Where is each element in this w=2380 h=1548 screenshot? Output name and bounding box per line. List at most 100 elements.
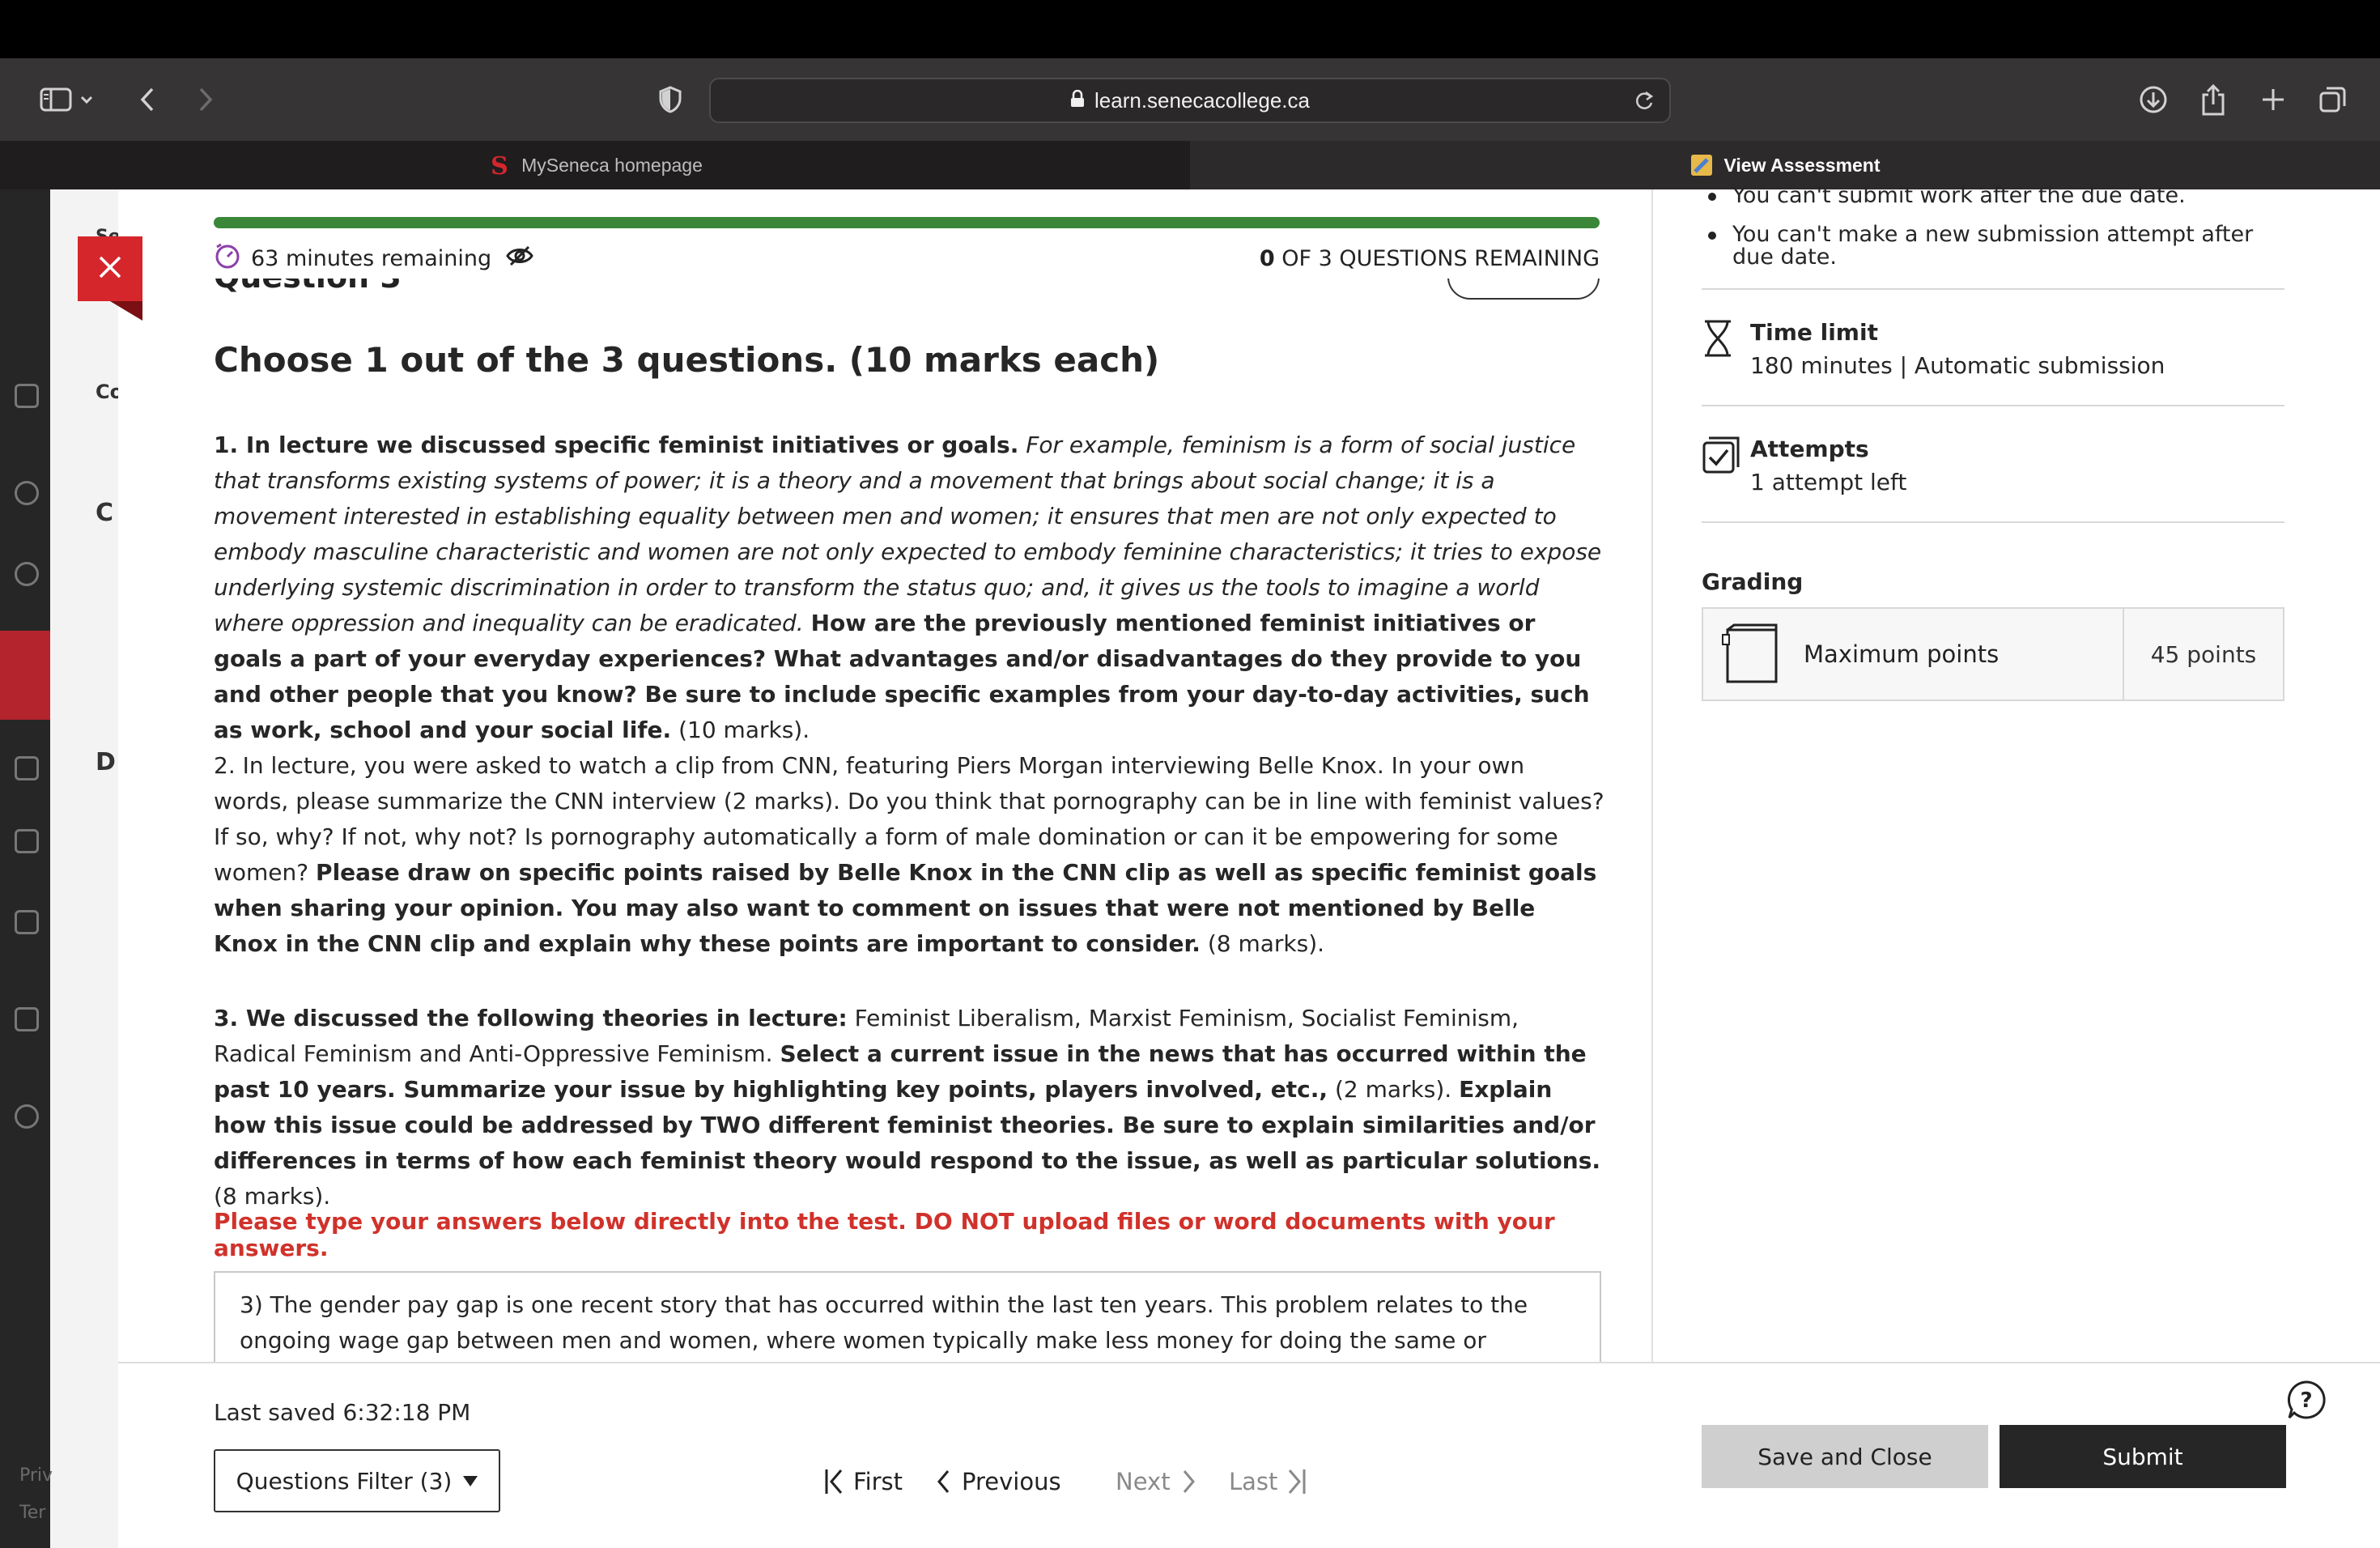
svg-text:S: S — [491, 153, 508, 177]
rule-item: You can't submit work after the due date… — [1702, 185, 2301, 207]
tab-label: MySeneca homepage — [521, 154, 703, 176]
caret-down-icon — [463, 1475, 478, 1486]
q2-marks: (8 marks). — [1207, 930, 1325, 957]
answer-text[interactable]: 3) The gender pay gap is one recent stor… — [240, 1291, 1528, 1362]
edit-icon — [15, 1007, 39, 1031]
plus-icon — [2261, 87, 2285, 112]
timer-row: 63 minutes remaining 0 OF 3 QUESTIONS RE… — [214, 238, 1600, 279]
url-text: learn.senecacollege.ca — [1094, 87, 1310, 113]
chevron-down-icon — [80, 95, 93, 104]
save-and-close-button[interactable]: Save and Close — [1702, 1425, 1988, 1488]
answer-instruction: Please type your answers below directly … — [214, 1208, 1555, 1261]
divider — [1702, 288, 2284, 290]
questions-remaining: 0 OF 3 QUESTIONS REMAINING — [1260, 246, 1600, 271]
seneca-logo-icon: S — [487, 153, 512, 177]
tab-bar: S MySeneca homepage View Assessment — [0, 141, 2380, 189]
background-footer-link: Ter — [19, 1503, 46, 1523]
submit-button[interactable]: Submit — [2000, 1425, 2286, 1488]
submission-rules: You can't submit work after the due date… — [1702, 185, 2301, 285]
first-label: First — [853, 1468, 903, 1495]
document-list-icon — [15, 910, 39, 934]
next-label: Next — [1116, 1468, 1171, 1495]
time-remaining: 63 minutes remaining — [251, 245, 492, 271]
question-3: 3. We discussed the following theories i… — [214, 1001, 1606, 1214]
lock-icon — [1070, 88, 1085, 113]
grading-box: Maximum points 45 points — [1702, 607, 2284, 701]
attempts-info: Attempts 1 attempt left — [1702, 436, 2284, 495]
reload-icon[interactable] — [1634, 89, 1655, 117]
grading-label: Grading — [1702, 568, 1804, 595]
last-question-button[interactable]: Last — [1229, 1462, 1307, 1501]
questions-remaining-count: 0 — [1259, 245, 1275, 271]
close-button[interactable] — [78, 236, 142, 321]
download-icon — [2139, 85, 2168, 114]
sidebar-toggle-button[interactable] — [31, 76, 102, 123]
tab-myseneca[interactable]: S MySeneca homepage — [0, 141, 1190, 189]
share-button[interactable] — [2192, 76, 2234, 123]
question-heading: Choose 1 out of the 3 questions. (10 mar… — [214, 340, 1160, 380]
sidebar-icon — [40, 87, 72, 112]
background-nav-active — [0, 631, 50, 720]
tab-overview-button[interactable] — [2312, 76, 2354, 123]
tab-view-assessment[interactable]: View Assessment — [1190, 141, 2380, 189]
q1-marks: (10 marks). — [678, 717, 810, 743]
menu-bar — [0, 0, 2380, 58]
q1-example: For example, feminism is a form of socia… — [214, 432, 1602, 636]
time-limit-info: Time limit 180 minutes | Automatic submi… — [1702, 319, 2284, 379]
assessment-details: You can't submit work after the due date… — [1651, 185, 2380, 1362]
back-button[interactable] — [130, 76, 165, 123]
time-limit-value: 180 minutes | Automatic submission — [1750, 352, 2165, 379]
chevron-right-icon — [1182, 1469, 1196, 1495]
institution-icon — [15, 384, 39, 408]
tabs-icon — [2318, 85, 2348, 114]
person-icon — [15, 481, 39, 505]
q3-lead: 3. We discussed the following theories i… — [214, 1005, 848, 1031]
last-label: Last — [1229, 1468, 1278, 1495]
globe-icon — [15, 562, 39, 586]
first-icon — [824, 1468, 845, 1495]
next-question-button[interactable]: Next — [1116, 1462, 1196, 1501]
pencil-icon — [1689, 153, 1714, 177]
eye-slash-icon[interactable] — [506, 245, 533, 272]
question-2: 2. In lecture, you were asked to watch a… — [214, 748, 1606, 962]
last-saved: Last saved 6:32:18 PM — [214, 1399, 471, 1426]
help-button[interactable]: ? — [2286, 1380, 2327, 1420]
chevron-left-icon — [936, 1469, 950, 1495]
new-tab-button[interactable] — [2252, 76, 2294, 123]
max-points-label: Maximum points — [1804, 640, 2000, 668]
questions-filter-label: Questions Filter (3) — [236, 1467, 453, 1495]
chevron-right-icon — [197, 87, 215, 113]
calendar-icon — [15, 756, 39, 780]
rule-item: You can't make a new submission attempt … — [1702, 223, 2301, 269]
divider — [1702, 521, 2284, 523]
background-footer-link: Priv — [19, 1465, 53, 1486]
q3-marks-b: (8 marks). — [214, 1183, 331, 1210]
max-points-value: 45 points — [2150, 640, 2257, 668]
forward-button[interactable] — [188, 76, 223, 123]
privacy-shield-button[interactable] — [652, 76, 688, 123]
shield-icon — [658, 86, 682, 113]
question-area[interactable]: Question 3 63 minutes remaining 0 OF 3 Q… — [118, 189, 1651, 1362]
assessment-panel: Question 3 63 minutes remaining 0 OF 3 Q… — [118, 185, 2380, 1548]
close-icon — [98, 255, 122, 283]
previous-label: Previous — [962, 1468, 1061, 1495]
progress-bar — [214, 217, 1600, 228]
logout-icon — [15, 1104, 39, 1129]
max-points-cell: Maximum points — [1703, 609, 2124, 700]
previous-question-button[interactable]: Previous — [936, 1462, 1061, 1501]
attempts-value: 1 attempt left — [1750, 469, 1907, 495]
document-icon — [1721, 623, 1781, 685]
background-text: D — [96, 748, 116, 776]
first-question-button[interactable]: First — [824, 1462, 903, 1501]
downloads-button[interactable] — [2132, 76, 2174, 123]
background-text: C — [96, 499, 114, 527]
last-icon — [1286, 1468, 1307, 1495]
answer-text-editor[interactable]: 3) The gender pay gap is one recent stor… — [214, 1271, 1601, 1362]
q2-prompt: Please draw on specific points raised by… — [214, 859, 1597, 957]
assessment-footer: Last saved 6:32:18 PM Questions Filter (… — [118, 1362, 2380, 1548]
address-bar[interactable]: learn.senecacollege.ca — [709, 78, 1671, 123]
hourglass-icon — [1702, 319, 1740, 379]
questions-filter-button[interactable]: Questions Filter (3) — [214, 1449, 500, 1512]
tab-label: View Assessment — [1723, 154, 1881, 176]
q3-marks-a: (2 marks). — [1334, 1076, 1452, 1103]
